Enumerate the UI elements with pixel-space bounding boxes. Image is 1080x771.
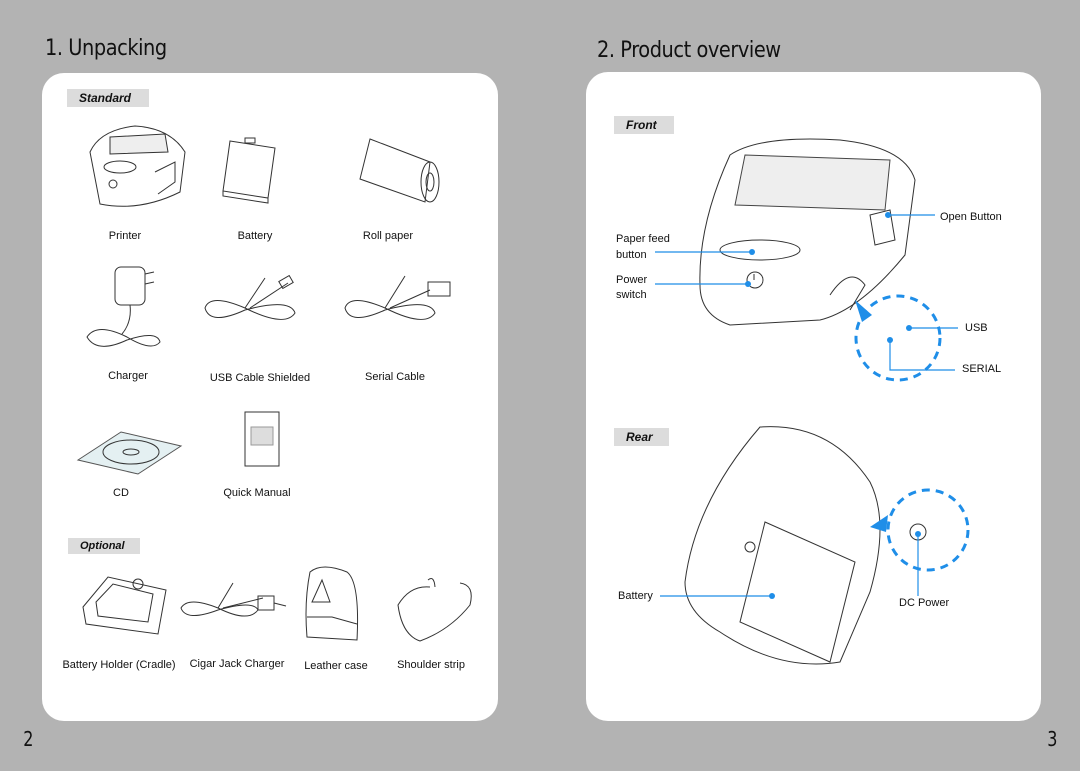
- page-number-right: 3: [1047, 727, 1058, 751]
- rear-callout-lines: [660, 488, 970, 599]
- callout-battery: Battery: [618, 590, 653, 602]
- callout-dc-power: DC Power: [899, 597, 950, 609]
